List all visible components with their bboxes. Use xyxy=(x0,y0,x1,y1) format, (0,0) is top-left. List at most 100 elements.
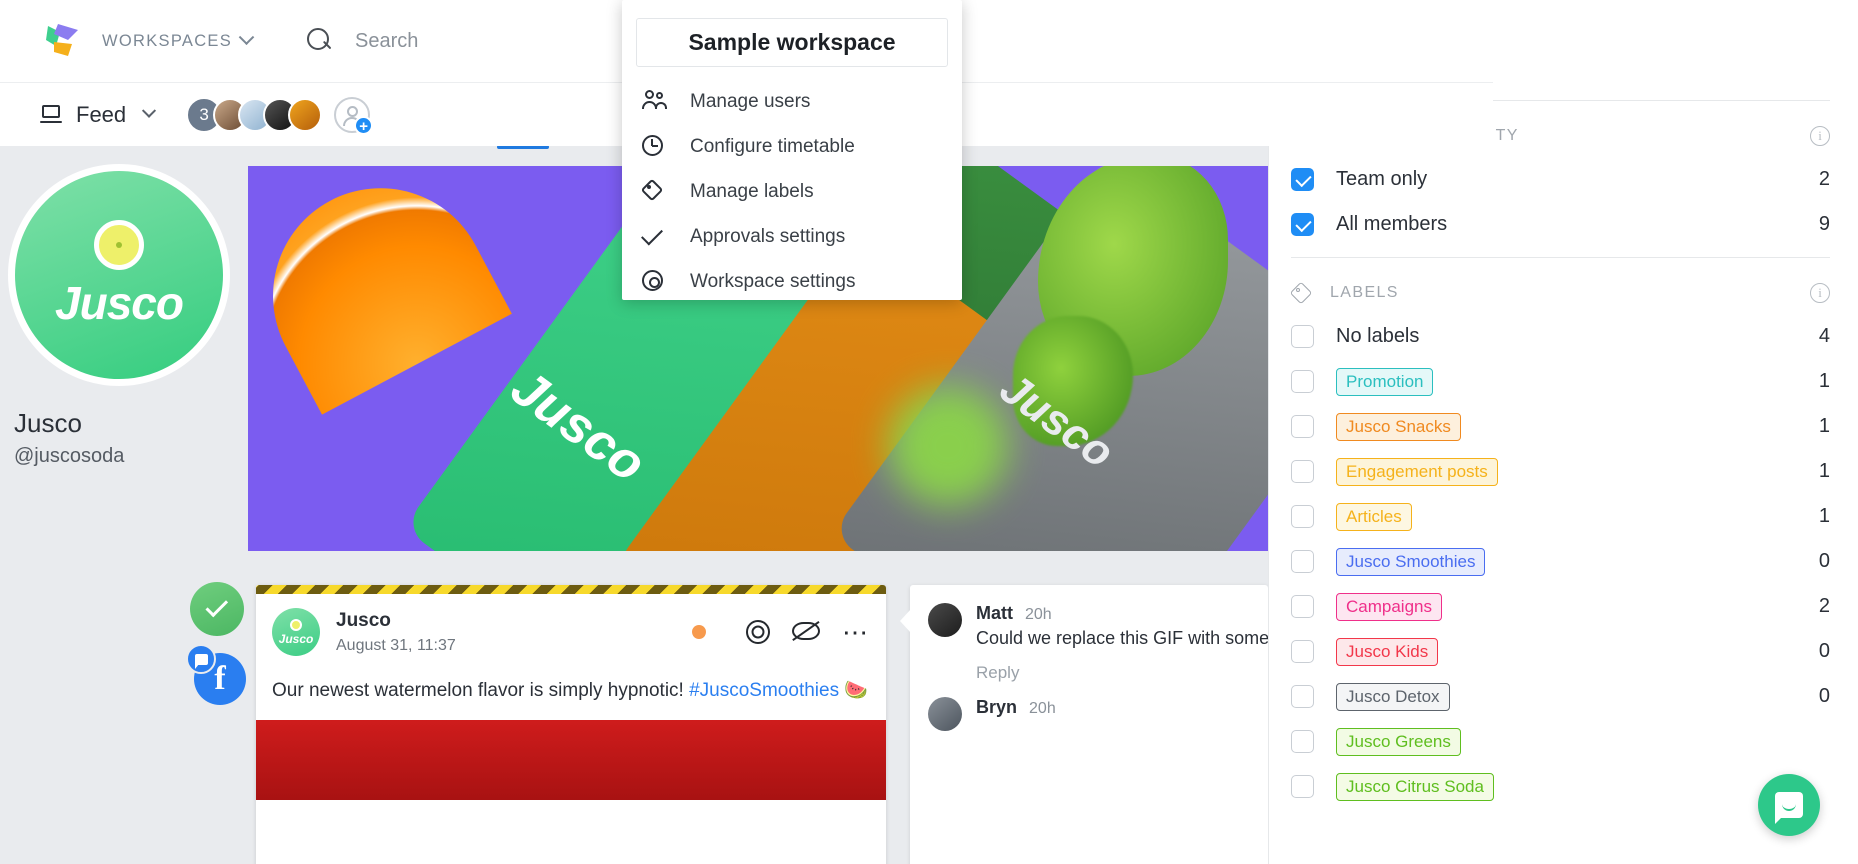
checkbox[interactable] xyxy=(1291,415,1314,438)
menu-item-label: Manage users xyxy=(690,90,811,112)
post-hashtag[interactable]: #JuscoSmoothies xyxy=(689,680,839,701)
label-filter-row[interactable]: Jusco Kids 0 xyxy=(1291,629,1830,674)
label-count: 0 xyxy=(1818,640,1830,662)
chevron-down-icon[interactable] xyxy=(142,103,157,118)
comment-text: Could we replace this GIF with some xyxy=(976,628,1268,648)
label-filter-row[interactable]: Jusco Smoothies 0 xyxy=(1291,539,1830,584)
visibility-label: Team only xyxy=(1336,168,1428,190)
label-filter-row[interactable]: Promotion 1 xyxy=(1291,359,1830,404)
checkbox[interactable] xyxy=(1291,685,1314,708)
label-count: 1 xyxy=(1818,460,1830,482)
menu-item-manage-users[interactable]: Manage users xyxy=(622,79,962,124)
post-header: Jusco Jusco August 31, 11:37 ⋯ xyxy=(256,594,886,656)
menu-item-configure-timetable[interactable]: Configure timetable xyxy=(622,124,962,169)
post-text: Our newest watermelon flavor is simply h… xyxy=(256,656,886,720)
network-badges: f xyxy=(186,644,246,705)
messenger-icon xyxy=(186,644,216,674)
target-icon[interactable] xyxy=(746,620,770,644)
label-name: Jusco Smoothies xyxy=(1336,547,1486,576)
label-name: Jusco Greens xyxy=(1336,727,1461,756)
label-filter-row[interactable]: Jusco Greens xyxy=(1291,719,1830,764)
status-dot xyxy=(692,625,706,639)
checkbox[interactable] xyxy=(1291,595,1314,618)
post-avatar: Jusco xyxy=(272,608,320,656)
app-root: Jusco Jusco @juscosoda Jusco Jusco f Jus… xyxy=(0,0,1858,864)
add-member-button[interactable]: + xyxy=(334,96,374,135)
app-logo-icon[interactable] xyxy=(44,22,84,60)
label-filter-row[interactable]: Articles 1 xyxy=(1291,494,1830,539)
profile-avatar-word: Jusco xyxy=(55,277,184,329)
checkbox[interactable] xyxy=(1291,213,1314,236)
search-input[interactable]: Search xyxy=(355,30,418,53)
comment-time: 20h xyxy=(1025,606,1052,623)
tag-icon xyxy=(1289,281,1313,304)
label-filter-row[interactable]: Engagement posts 1 xyxy=(1291,449,1830,494)
eye-off-icon[interactable] xyxy=(792,621,820,642)
visibility-item-team-only[interactable]: Team only 2 xyxy=(1291,157,1830,202)
intercom-launcher[interactable] xyxy=(1758,774,1820,836)
workspace-menu-title: Sample workspace xyxy=(636,18,948,67)
checkbox[interactable] xyxy=(1291,640,1314,663)
label-count: 4 xyxy=(1818,325,1830,347)
label-name: Jusco Kids xyxy=(1336,637,1439,666)
post-text-before: Our newest watermelon flavor is simply h… xyxy=(272,680,690,701)
menu-item-manage-labels[interactable]: Manage labels xyxy=(622,169,962,214)
post-status-stripe xyxy=(256,585,886,594)
label-count: 1 xyxy=(1818,370,1830,392)
comment-reply-button[interactable]: Reply xyxy=(976,663,1268,683)
check-icon xyxy=(204,594,228,617)
label-count: 1 xyxy=(1818,505,1830,527)
labels-header: LABELS i xyxy=(1289,272,1830,314)
post-approve-column: f xyxy=(186,582,246,705)
label-name: Jusco Snacks xyxy=(1336,412,1461,441)
post-text-after: 🍉 xyxy=(839,680,869,701)
comment-author: Matt xyxy=(976,603,1013,623)
menu-item-workspace-settings[interactable]: Workspace settings xyxy=(622,259,962,304)
checkbox[interactable] xyxy=(1291,775,1314,798)
comment-item: Matt 20h Could we replace this GIF with … xyxy=(910,599,1268,649)
checkbox[interactable] xyxy=(1291,370,1314,393)
visibility-item-all-members[interactable]: All members 9 xyxy=(1291,202,1830,247)
label-filter-row[interactable]: No labels 4 xyxy=(1291,314,1830,359)
label-filter-row[interactable]: Jusco Detox 0 xyxy=(1291,674,1830,719)
comment-author: Bryn xyxy=(976,697,1018,717)
label-count: 0 xyxy=(1818,550,1830,572)
search-box[interactable]: Search xyxy=(307,28,418,54)
info-icon[interactable]: i xyxy=(1810,283,1830,303)
checkbox[interactable] xyxy=(1291,505,1314,528)
post-media xyxy=(256,720,886,800)
checkbox[interactable] xyxy=(1291,730,1314,753)
avatar xyxy=(288,97,323,132)
member-avatars[interactable]: 3 + xyxy=(186,96,374,135)
approve-button[interactable] xyxy=(190,582,244,636)
checkbox[interactable] xyxy=(1291,168,1314,191)
post-card[interactable]: Jusco Jusco August 31, 11:37 ⋯ Our newes… xyxy=(256,585,886,864)
label-name: Promotion xyxy=(1336,367,1434,396)
feed-label[interactable]: Feed xyxy=(76,102,126,128)
menu-item-approvals-settings[interactable]: Approvals settings xyxy=(622,214,962,259)
checkbox[interactable] xyxy=(1291,325,1314,348)
clock-icon xyxy=(642,134,668,159)
menu-item-label: Workspace settings xyxy=(690,270,856,292)
checkbox[interactable] xyxy=(1291,550,1314,573)
post-more-icon[interactable]: ⋯ xyxy=(842,619,870,645)
menu-item-label: Configure timetable xyxy=(690,135,855,157)
search-icon xyxy=(307,28,333,54)
chevron-down-icon[interactable] xyxy=(238,28,255,45)
workspaces-label[interactable]: WORKSPACES xyxy=(102,32,232,51)
post-actions: ⋯ xyxy=(692,619,870,645)
avatar xyxy=(928,697,962,731)
comment-item: Bryn 20h xyxy=(910,693,1268,731)
visibility-count: 2 xyxy=(1818,168,1830,190)
profile-avatar: Jusco xyxy=(8,164,230,386)
post-author: Jusco xyxy=(336,609,391,631)
label-filter-row[interactable]: Jusco Snacks 1 xyxy=(1291,404,1830,449)
visibility-count: 9 xyxy=(1818,213,1830,235)
labels-list: No labels 4 Promotion 1 Jusco Snacks 1 Engagem… xyxy=(1291,314,1830,809)
checkbox[interactable] xyxy=(1291,460,1314,483)
label-filter-row[interactable]: Campaigns 2 xyxy=(1291,584,1830,629)
info-icon[interactable]: i xyxy=(1810,126,1830,146)
label-filter-row[interactable]: Jusco Citrus Soda xyxy=(1291,764,1830,809)
label-name: Jusco Citrus Soda xyxy=(1336,772,1494,801)
visibility-label: All members xyxy=(1336,213,1448,235)
